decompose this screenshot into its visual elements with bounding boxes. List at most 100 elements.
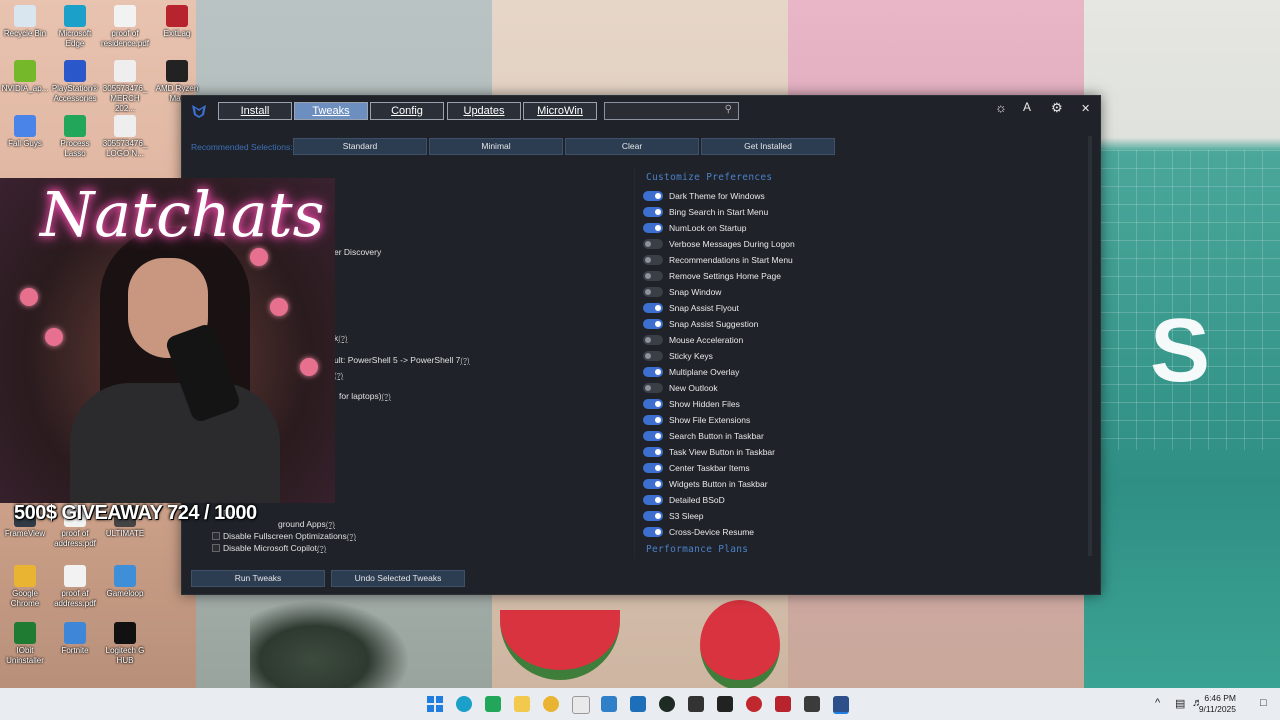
app-icon [14,115,36,137]
run-tweaks-button[interactable]: Run Tweaks [191,570,325,587]
help-link[interactable]: (?) [334,371,343,380]
toggle-switch[interactable] [643,431,663,441]
undo-tweaks-button[interactable]: Undo Selected Tweaks [331,570,465,587]
help-link[interactable]: (?) [382,392,391,401]
tweak-label: ult: PowerShell 5 -> PowerShell 7(?) [334,355,470,365]
iobit-icon[interactable] [659,696,675,712]
desktop-icon[interactable]: PlayStation® Accessories [50,60,100,104]
toggle-switch[interactable] [643,495,663,505]
theme-icon[interactable]: ☼ [995,100,1007,115]
remote-desktop-icon[interactable] [630,696,646,712]
toggle-switch[interactable] [643,351,663,361]
tab-microwin[interactable]: MicroWin [523,102,597,120]
tweak-checkbox[interactable] [212,544,220,552]
chrome-icon[interactable] [543,696,559,712]
preference-label: Center Taskbar Items [669,463,750,473]
toggle-switch[interactable] [643,191,663,201]
toggle-switch[interactable] [643,415,663,425]
terminal-icon[interactable] [804,696,820,712]
toggle-switch[interactable] [643,399,663,409]
gear-icon[interactable]: ⚙ [1051,100,1063,116]
toggle-switch[interactable] [643,303,663,313]
notifications-icon[interactable]: □ [1260,697,1267,709]
help-link[interactable]: (?) [460,356,469,365]
app-icon [166,5,188,27]
exitlag-icon[interactable] [775,696,791,712]
powershell-icon[interactable] [833,696,849,714]
desktop-icon-label: 305573476_ LOGO N... [102,139,148,158]
font-size-icon[interactable]: A [1023,100,1031,114]
network-icon[interactable]: ▤ [1175,697,1185,710]
photos-icon[interactable] [601,696,617,712]
tweak-checkbox[interactable] [212,532,220,540]
app-icon[interactable] [746,696,762,712]
app-icon [14,622,36,644]
app-icon [114,5,136,27]
tab-updates[interactable]: Updates [447,102,521,120]
desktop-icon[interactable]: proof af address.pdf [50,565,100,609]
file-explorer-icon[interactable] [514,696,530,712]
toggle-switch[interactable] [643,319,663,329]
desktop-icon[interactable]: proof of residence.pdf [100,5,150,49]
toggle-switch[interactable] [643,383,663,393]
desktop-icon[interactable]: Process Lasso [50,115,100,159]
toggle-switch[interactable] [643,255,663,265]
tab-config[interactable]: Config [370,102,444,120]
desktop-icon[interactable]: Recycle Bin [0,5,50,39]
flower [270,298,288,316]
desktop-icon-label: proof af address.pdf [54,589,96,608]
desktop-icon[interactable]: NVIDIA_ap... [0,60,50,94]
epic-games-icon[interactable] [717,696,733,712]
customize-preferences-title: Customize Preferences [646,172,773,183]
close-icon[interactable]: ✕ [1081,102,1090,115]
help-link[interactable]: (?) [347,532,356,541]
help-link[interactable]: (?) [326,520,335,529]
desktop-icon[interactable]: 305573476_ LOGO N... [100,115,150,159]
get-installed-button[interactable]: Get Installed [701,138,835,155]
toggle-switch[interactable] [643,367,663,377]
clear-button[interactable]: Clear [565,138,699,155]
toggle-switch[interactable] [643,447,663,457]
help-link[interactable]: (?) [338,334,347,343]
toggle-switch[interactable] [643,223,663,233]
desktop-icon[interactable]: ExitLag [152,5,202,39]
clock-date: 9/11/2025 [1198,704,1236,714]
desktop-icon[interactable]: Fall Guys [0,115,50,149]
app-icon [64,60,86,82]
toggle-switch[interactable] [643,511,663,521]
tweak-label: Disable Fullscreen Optimizations(?) [223,531,356,541]
toggle-switch[interactable] [643,239,663,249]
tab-tweaks[interactable]: Tweaks [294,102,368,120]
toggle-switch[interactable] [643,527,663,537]
desktop-icon-label: Process Lasso [60,139,90,158]
preference-label: Widgets Button in Taskbar [669,479,768,489]
toggle-switch[interactable] [643,271,663,281]
desktop-icon[interactable]: Fortnite [50,622,100,656]
toggle-switch[interactable] [643,479,663,489]
app-icon [14,5,36,27]
desktop-icon[interactable]: IObit Uninstaller [0,622,50,666]
preference-label: Task View Button in Taskbar [669,447,775,457]
chevron-up-icon[interactable]: ^ [1155,697,1160,709]
desktop-icon[interactable]: Gameloop [100,565,150,599]
standard-button[interactable]: Standard [293,138,427,155]
desktop-icon[interactable]: Logitech G HUB [100,622,150,666]
start-icon[interactable] [427,696,443,712]
toggle-switch[interactable] [643,463,663,473]
search-input[interactable]: ⚲ [604,102,739,120]
tab-install[interactable]: Install [218,102,292,120]
toggle-switch[interactable] [643,335,663,345]
help-link[interactable]: (?) [317,544,326,553]
notepad-icon[interactable] [572,696,590,714]
clock[interactable]: 6:46 PM 9/11/2025 [1199,693,1236,715]
app-icon[interactable] [688,696,704,712]
desktop-icon[interactable]: Microsoft Edge [50,5,100,49]
toggle-switch[interactable] [643,207,663,217]
minimal-button[interactable]: Minimal [429,138,563,155]
desktop-icon[interactable]: 305573476_ MERCH 202... [100,60,150,114]
toggle-switch[interactable] [643,287,663,297]
edge-icon[interactable] [456,696,472,712]
desktop-icon[interactable]: Google Chrome [0,565,50,609]
process-lasso-icon[interactable] [485,696,501,712]
scrollbar[interactable] [1088,136,1092,556]
